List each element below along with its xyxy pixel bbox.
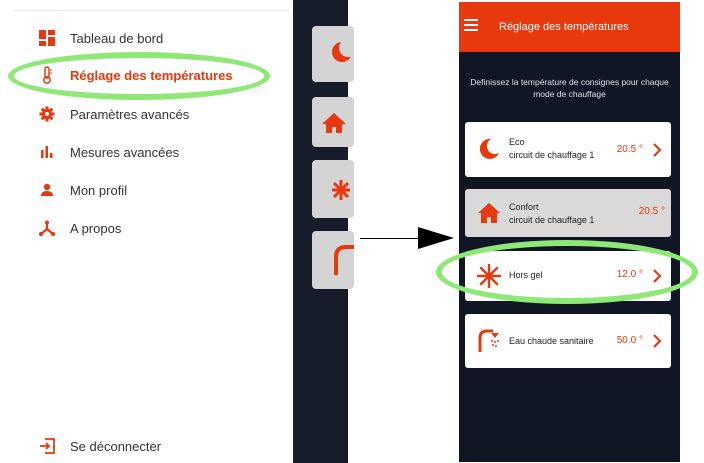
arrow-head <box>418 227 454 249</box>
chevron-right-icon <box>653 143 661 157</box>
ghost-card <box>312 26 357 82</box>
snowflake-icon <box>477 264 501 288</box>
nav-label: A propos <box>70 220 122 236</box>
mode-temperature: 20.5 ° <box>616 144 643 155</box>
mode-name: Eau chaude sanitaire <box>509 336 594 346</box>
nav-item-about[interactable]: A propos <box>0 213 290 243</box>
dashboard-icon <box>38 29 56 47</box>
arrow-line <box>360 238 420 239</box>
mode-card-eau-chaude[interactable]: Eau chaude sanitaire 50.0 ° <box>465 314 671 368</box>
ghost-card <box>312 160 354 218</box>
shower-icon <box>478 329 499 352</box>
share-nodes-icon <box>38 219 56 237</box>
mode-card-hors-gel[interactable]: Hors gel 12.0 ° <box>465 251 671 301</box>
nav-item-dashboard[interactable]: Tableau de bord <box>0 23 290 53</box>
ghost-card <box>312 97 354 147</box>
mode-name: Eco <box>509 137 525 147</box>
ghost-card <box>312 231 354 289</box>
nav-item-temperature-settings[interactable]: Réglage des températures <box>0 60 290 90</box>
mode-subtitle: circuit de chauffage 1 <box>509 150 595 160</box>
logout-icon <box>38 437 56 455</box>
thermometer-icon <box>38 66 56 84</box>
nav-label: Réglage des températures <box>70 67 233 83</box>
mode-card-eco[interactable]: Eco circuit de chauffage 1 20.5 ° <box>465 122 671 177</box>
mode-temperature: 12.0 ° <box>616 269 643 280</box>
app-header: Réglage des températures <box>459 2 680 52</box>
moon-icon <box>479 138 499 159</box>
nav-item-advanced-settings[interactable]: Paramètres avancés <box>0 99 290 129</box>
chevron-right-icon <box>653 334 661 348</box>
page-title: Réglage des températures <box>499 21 629 33</box>
phone-screen: Réglage des températures Definissez la t… <box>459 2 680 462</box>
nav-label: Mesures avancées <box>70 144 180 160</box>
nav-label: Tableau de bord <box>70 30 164 46</box>
home-icon <box>478 203 500 223</box>
mode-temperature: 50.0 ° <box>616 335 643 346</box>
nav-label: Paramètres avancés <box>70 106 190 122</box>
gear-icon <box>38 105 56 123</box>
nav-item-advanced-measures[interactable]: Mesures avancées <box>0 137 290 167</box>
navigation-drawer: Tableau de bord Réglage des températures… <box>0 0 293 463</box>
drawer-divider <box>14 10 290 11</box>
nav-item-profile[interactable]: Mon profil <box>0 175 290 205</box>
mode-subtitle: circuit de chauffage 1 <box>509 215 595 225</box>
mode-name: Confort <box>509 202 539 212</box>
bar-chart-icon <box>38 143 56 161</box>
chevron-right-icon <box>653 269 661 283</box>
mode-temperature: 20.5 ° <box>638 206 665 217</box>
mode-name: Hors gel <box>509 270 543 280</box>
mode-card-confort[interactable]: Confort circuit de chauffage 1 20.5 ° <box>465 189 671 237</box>
nav-label: Mon profil <box>70 182 128 198</box>
hamburger-menu-icon[interactable] <box>464 19 478 33</box>
intro-text: Definissez la température de consignes p… <box>470 77 669 99</box>
logout-button[interactable]: Se déconnecter <box>0 431 290 461</box>
logout-label: Se déconnecter <box>70 438 162 454</box>
user-icon <box>38 181 56 199</box>
